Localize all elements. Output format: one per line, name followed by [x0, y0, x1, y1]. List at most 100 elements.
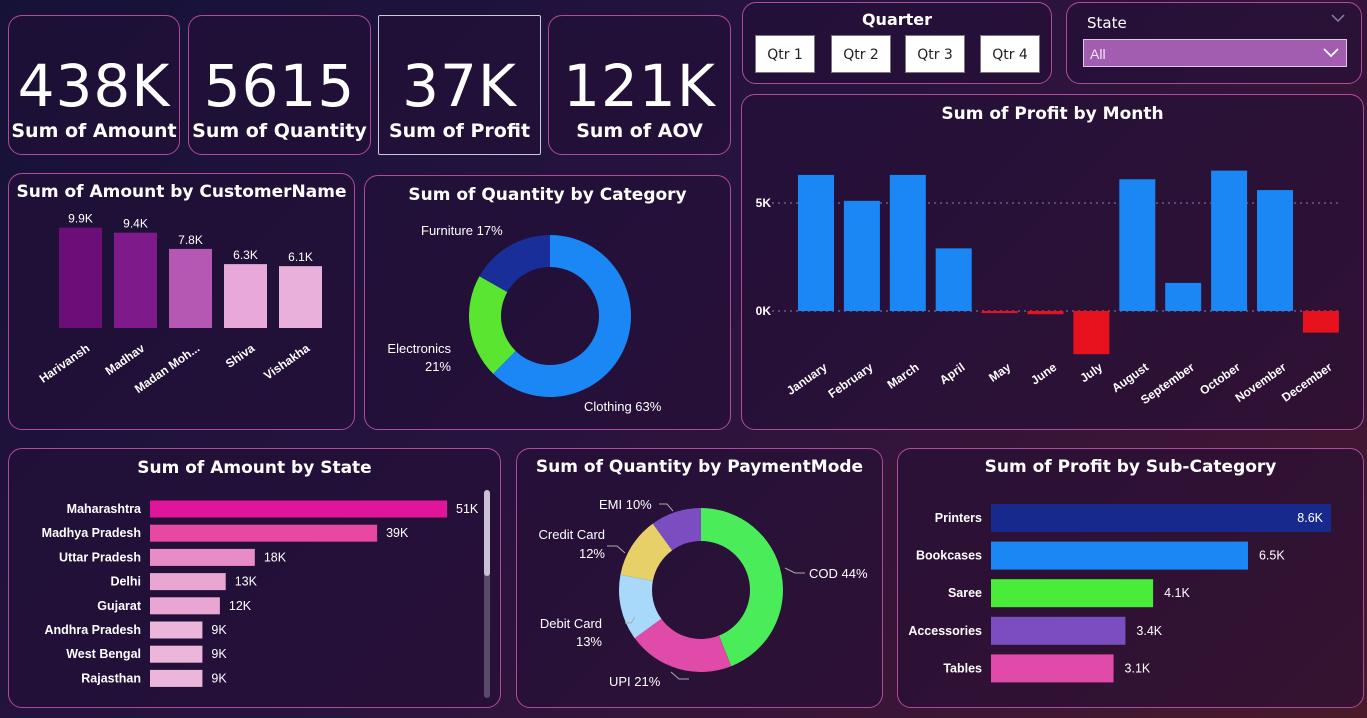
bar-saree[interactable]: [991, 579, 1154, 608]
y-tick-label: Saree: [948, 586, 982, 600]
profit-by-month-card: Sum of Profit by Month 5K 0K January Februa…: [741, 94, 1364, 430]
data-label: 12K: [229, 599, 252, 613]
bar-maharashtra[interactable]: [150, 500, 447, 518]
profit-by-month-chart: 5K 0K JanuaryFebruary March April May June July…: [756, 170, 1342, 407]
kpi-label: Sum of Quantity: [192, 120, 367, 142]
x-tick-label: Vishakha: [261, 341, 312, 383]
bar-madhav[interactable]: [114, 232, 157, 328]
kpi-label: Sum of AOV: [576, 120, 703, 142]
scrollbar-thumb[interactable]: [484, 490, 490, 576]
bar-november[interactable]: [1257, 190, 1293, 311]
slice-label-electronics: Electronics: [387, 341, 451, 356]
state-slicer: State All: [1066, 2, 1362, 84]
y-tick-label: Delhi: [110, 575, 141, 589]
bar-madhya-pradesh[interactable]: [150, 524, 378, 542]
quarter-button-q1[interactable]: Qtr 1: [755, 35, 815, 73]
data-label: 3.1K: [1125, 661, 1151, 675]
bar-shiva[interactable]: [224, 264, 267, 328]
collapse-chevron-icon[interactable]: [1331, 13, 1345, 23]
kpi-label: Sum of Amount: [11, 120, 177, 142]
state-title: State: [1087, 14, 1127, 32]
bar-june[interactable]: [1027, 311, 1064, 315]
bar-uttar-pradesh[interactable]: [150, 548, 255, 566]
bar-february[interactable]: [843, 200, 880, 311]
bar-december[interactable]: [1302, 311, 1339, 333]
slice-label-debit-card: Debit Card: [540, 616, 602, 631]
bar-bookcases[interactable]: [991, 541, 1248, 570]
bar-september[interactable]: [1165, 282, 1202, 311]
bar-printers[interactable]: [991, 504, 1331, 532]
bar-madan-moh[interactable]: [169, 248, 212, 328]
leader-line: [670, 671, 689, 680]
data-label: 4.1K: [1164, 586, 1190, 600]
bar-west-bengal[interactable]: [150, 645, 203, 663]
bar-tables[interactable]: [991, 654, 1114, 683]
profit-by-subcategory-card: Sum of Profit by Sub-Category Printers 8.…: [897, 448, 1364, 708]
data-label: 39K: [386, 526, 409, 540]
y-tick-label: Tables: [943, 661, 982, 675]
data-label: 6.1K: [288, 250, 313, 264]
y-tick-label: Accessories: [908, 624, 982, 638]
kpi-value: 438K: [17, 52, 171, 120]
data-label: 9K: [211, 623, 227, 637]
bar-may[interactable]: [981, 311, 1018, 314]
kpi-card-quantity[interactable]: 5615 Sum of Quantity: [188, 15, 371, 155]
slice-label-cod: COD 44%: [809, 566, 868, 581]
slice-label-credit-card-pct: 12%: [579, 546, 605, 561]
x-tick-label: November: [1233, 360, 1289, 405]
y-tick-label: Rajasthan: [81, 671, 141, 685]
amount-by-state-card: Sum of Amount by State Maharashtra 51K Mad…: [8, 448, 501, 708]
y-tick-label: 0K: [756, 304, 772, 318]
bar-gujarat[interactable]: [150, 597, 220, 615]
x-tick-label: Harivansh: [37, 341, 93, 386]
x-tick-label: Madhav: [103, 341, 148, 378]
leader-line: [659, 503, 674, 512]
y-tick-label: Madhya Pradesh: [42, 526, 141, 540]
bar-august[interactable]: [1119, 179, 1156, 311]
data-label: 9.9K: [68, 212, 93, 226]
data-label: 9.4K: [123, 217, 148, 231]
profit-by-subcategory-chart: Printers 8.6K Bookcases 6.5K Saree 4.1K Access…: [908, 504, 1331, 683]
data-label: 13K: [235, 575, 258, 589]
kpi-value: 5615: [203, 52, 356, 120]
kpi-card-profit[interactable]: 37K Sum of Profit: [378, 15, 541, 155]
data-label: 7.8K: [178, 233, 203, 247]
y-tick-label: Bookcases: [916, 549, 982, 563]
state-dropdown[interactable]: All: [1083, 39, 1347, 67]
kpi-card-aov[interactable]: 121K Sum of AOV: [548, 15, 731, 155]
slice-label-upi: UPI 21%: [609, 674, 661, 689]
y-tick-label: Gujarat: [97, 599, 142, 613]
bar-april[interactable]: [935, 248, 972, 311]
y-tick-label: Andhra Pradesh: [44, 623, 141, 637]
slice-label-electronics-pct: 21%: [425, 359, 451, 374]
kpi-card-amount[interactable]: 438K Sum of Amount: [8, 15, 180, 155]
data-label: 9K: [211, 647, 227, 661]
amount-by-state-chart: Maharashtra 51K Madhya Pradesh 39K Uttar Pra…: [42, 490, 490, 698]
bar-october[interactable]: [1211, 170, 1248, 311]
quantity-by-paymentmode-chart: COD 44% UPI 21% Debit Card 13% Credit Card 12…: [539, 497, 868, 689]
slice-label-credit-card: Credit Card: [539, 527, 605, 542]
quarter-button-q3[interactable]: Qtr 3: [905, 35, 965, 73]
bar-delhi[interactable]: [150, 573, 226, 591]
bar-accessories[interactable]: [991, 616, 1126, 645]
y-tick-label: 5K: [756, 196, 772, 210]
x-tick-label: Shiva: [223, 341, 258, 371]
y-tick-label: West Bengal: [66, 647, 141, 661]
bar-harivansh[interactable]: [59, 227, 102, 328]
bar-july[interactable]: [1073, 311, 1110, 355]
x-tick-label: April: [937, 360, 967, 387]
bar-vishakha[interactable]: [279, 266, 322, 328]
state-dropdown-value: All: [1090, 46, 1106, 62]
bar-january[interactable]: [798, 174, 834, 311]
chevron-down-icon: [1323, 48, 1339, 58]
quantity-by-category-card: Sum of Quantity by Category Clothing 63%…: [364, 175, 731, 430]
bar-andhra-pradesh[interactable]: [150, 621, 203, 639]
slice-label-emi: EMI 10%: [599, 497, 652, 512]
quarter-button-q2[interactable]: Qtr 2: [831, 35, 891, 73]
slice-label-furniture: Furniture 17%: [421, 223, 503, 238]
bar-rajasthan[interactable]: [150, 669, 203, 687]
bar-march[interactable]: [889, 174, 926, 311]
quantity-by-category-chart: Clothing 63% Electronics 21% Furniture 17%: [387, 223, 661, 414]
quarter-button-q4[interactable]: Qtr 4: [980, 35, 1040, 73]
slice-label-debit-card-pct: 13%: [576, 634, 602, 649]
